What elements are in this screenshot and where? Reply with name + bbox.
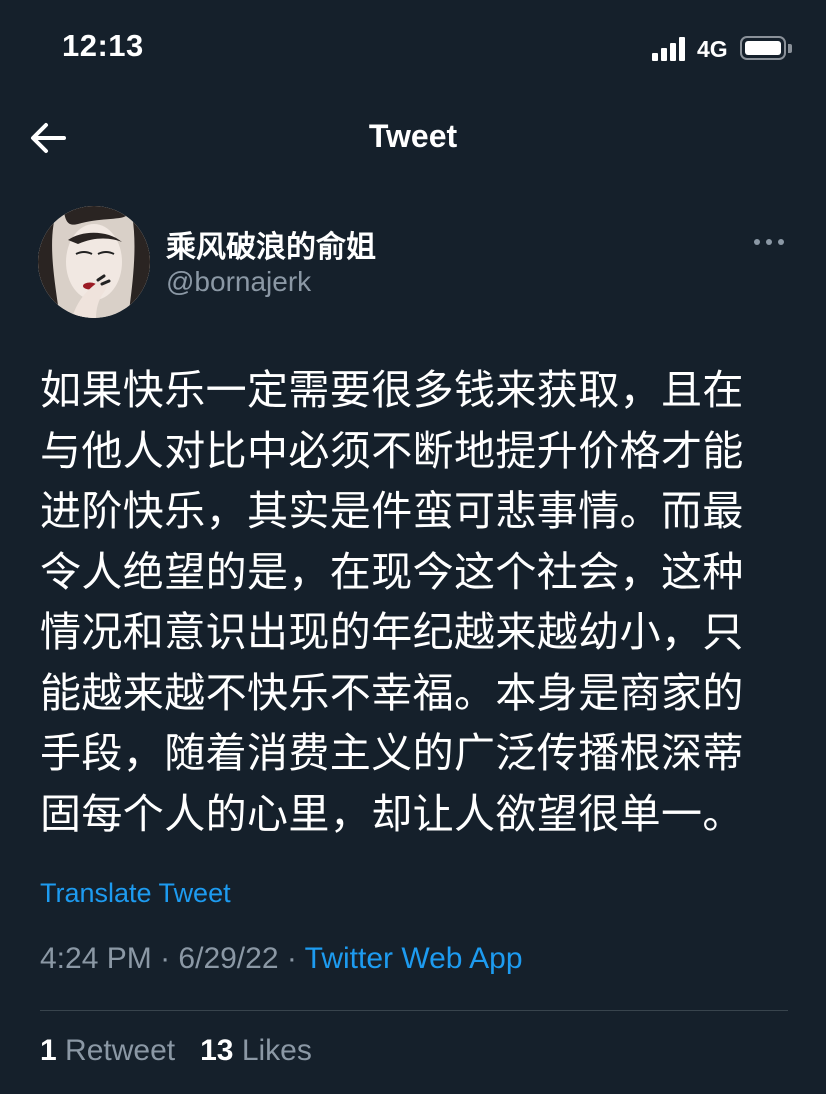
tweet-time: 4:24 PM — [40, 942, 152, 975]
likes-label: Likes — [241, 1034, 312, 1067]
tweet-text-line: 能越来越不快乐不幸福。本身是商家的 — [40, 668, 744, 717]
battery-tip — [788, 44, 792, 53]
tweet-metadata: 4:24 PM · 6/29/22 · Twitter Web App — [40, 942, 523, 976]
meta-separator: · — [160, 942, 171, 975]
tweet-source-link[interactable]: Twitter Web App — [305, 942, 523, 975]
avatar[interactable] — [38, 206, 150, 318]
tweet-date: 6/29/22 — [178, 942, 279, 975]
tweet-stats: 1 Retweet 13 Likes — [40, 1034, 312, 1068]
cellular-signal-icon — [652, 37, 686, 61]
tweet-text-line: 进阶快乐，其实是件蛮可悲事情。而最 — [40, 487, 744, 535]
retweets-count: 1 — [40, 1034, 57, 1067]
retweets-stat[interactable]: 1 Retweet — [40, 1034, 175, 1067]
tweet-text-line: 手段，随着消费主义的广泛传播根深蒂 — [40, 729, 744, 777]
retweets-label: Retweet — [65, 1034, 176, 1067]
network-type: 4G — [697, 36, 728, 62]
page-title: Tweet — [368, 118, 458, 154]
tweet-text-line: 固每个人的心里，却让人欲望很单一。 — [40, 789, 744, 838]
battery-icon — [740, 36, 786, 60]
tweet-text-line: 与他人对比中必须不断地提升价格才能 — [40, 426, 744, 475]
meta-separator: · — [286, 942, 297, 975]
tweet-text-line: 如果快乐一定需要很多钱来获取，且在 — [40, 366, 744, 414]
author-display-name[interactable]: 乘风破浪的俞姐 — [166, 222, 376, 266]
likes-stat[interactable]: 13 Likes — [200, 1034, 312, 1067]
tweet-text-line: 令人绝望的是，在现今这个社会，这种 — [40, 547, 744, 596]
likes-count: 13 — [200, 1034, 234, 1067]
tweet-text-line: 情况和意识出现的年纪越来越幼小，只 — [40, 608, 744, 656]
tweet-text: 如果快乐一定需要很多钱来获取，且在 与他人对比中必须不断地提升价格才能 进阶快乐… — [40, 360, 792, 844]
more-dots-icon[interactable] — [752, 232, 786, 252]
divider — [40, 1010, 788, 1011]
status-time: 12:13 — [62, 28, 144, 63]
author-handle[interactable]: @bornajerk — [166, 266, 311, 298]
translate-tweet-link[interactable]: Translate Tweet — [40, 878, 231, 909]
